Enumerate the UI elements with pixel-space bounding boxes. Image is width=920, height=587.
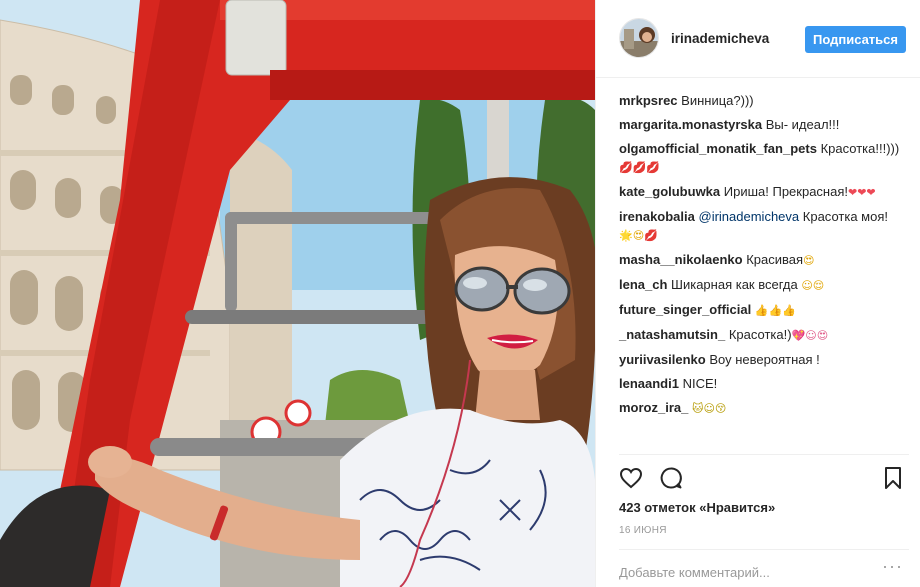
- comment-item: future_singer_official 👍👍👍: [619, 301, 909, 320]
- comment-text: Красивая: [746, 252, 804, 267]
- comment-item: kate_golubuwka Ириша! Прекрасная!❤❤❤: [619, 183, 909, 202]
- heart-icon[interactable]: [619, 466, 643, 490]
- post-header: irinademicheva Подписаться: [596, 0, 920, 78]
- comment-item: mrkpsrec Винница?))): [619, 92, 909, 110]
- comment-emoji: 🐱☺😚: [692, 402, 727, 415]
- comment-emoji: 💋💋💋: [619, 161, 661, 174]
- comment-item: margarita.monastyrska Вы- идеал!!!: [619, 116, 909, 134]
- actions-divider: [619, 454, 909, 455]
- comment-username[interactable]: lena_ch: [619, 277, 667, 292]
- comment-emoji: 🌟😍💋: [619, 229, 658, 242]
- comment-text: Ириша! Прекрасная!: [723, 184, 848, 199]
- comment-text: Воу невероятная !: [709, 352, 820, 367]
- comment-item: lenaandi1 NICE!: [619, 375, 909, 393]
- comment-text: Красотка!): [728, 327, 792, 342]
- comment-text: Винница?))): [681, 93, 754, 108]
- post-photo[interactable]: [0, 0, 595, 587]
- comment-emoji: 👍👍👍: [754, 304, 796, 317]
- comment-username[interactable]: mrkpsrec: [619, 93, 678, 108]
- comment-item: yuriivasilenko Воу невероятная !: [619, 351, 909, 369]
- comment-username[interactable]: olgamofficial_monatik_fan_pets: [619, 141, 817, 156]
- comment-mention[interactable]: @irinademicheva: [699, 209, 800, 224]
- comment-item: masha__nikolaenko Красивая😍: [619, 251, 909, 270]
- comment-username[interactable]: masha__nikolaenko: [619, 252, 743, 267]
- comment-emoji: ☺😌: [801, 279, 825, 292]
- comment-emoji: 💖☺😍: [791, 329, 829, 342]
- comment-emoji: ❤❤❤: [848, 186, 876, 199]
- likes-count[interactable]: 423 отметок «Нравится»: [619, 500, 775, 515]
- comment-text: Вы- идеал!!!: [765, 117, 840, 132]
- comment-username[interactable]: _natashamutsin_: [619, 327, 725, 342]
- comment-emoji: 😍: [803, 254, 815, 267]
- comment-item: _natashamutsin_ Красотка!)💖☺😍: [619, 326, 909, 345]
- user-avatar[interactable]: [619, 18, 659, 58]
- comment-divider: [619, 549, 909, 550]
- comment-input[interactable]: [619, 560, 879, 584]
- post-sidebar: irinademicheva Подписаться mrkpsrec Винн…: [595, 0, 920, 587]
- comment-username[interactable]: future_singer_official: [619, 302, 751, 317]
- comment-item: olgamofficial_monatik_fan_pets Красотка!…: [619, 140, 909, 177]
- comment-text: Красотка моя!: [802, 209, 888, 224]
- comment-username[interactable]: margarita.monastyrska: [619, 117, 762, 132]
- comment-text: NICE!: [682, 376, 718, 391]
- comment-item: lena_ch Шикарная как всегда ☺😌: [619, 276, 909, 295]
- comment-item: moroz_ira_ 🐱☺😚: [619, 399, 909, 418]
- comment-text: Красотка!!!))): [820, 141, 900, 156]
- bookmark-icon[interactable]: [881, 466, 905, 490]
- comment-username[interactable]: lenaandi1: [619, 376, 679, 391]
- comment-item: irenakobalia @irinademicheva Красотка мо…: [619, 208, 909, 245]
- comment-username[interactable]: yuriivasilenko: [619, 352, 706, 367]
- post-username[interactable]: irinademicheva: [671, 31, 769, 46]
- comment-username[interactable]: kate_golubuwka: [619, 184, 720, 199]
- comment-username[interactable]: irenakobalia: [619, 209, 695, 224]
- follow-button[interactable]: Подписаться: [805, 26, 906, 53]
- post-actions: [619, 466, 909, 490]
- comment-icon[interactable]: [659, 466, 683, 490]
- comment-username[interactable]: moroz_ira_: [619, 400, 688, 415]
- comment-text: Шикарная как всегда: [671, 277, 798, 292]
- more-options-button[interactable]: ···: [882, 556, 903, 577]
- post-date[interactable]: 16 ИЮНЯ: [619, 525, 667, 536]
- comment-list: mrkpsrec Винница?))) margarita.monastyrs…: [619, 92, 909, 424]
